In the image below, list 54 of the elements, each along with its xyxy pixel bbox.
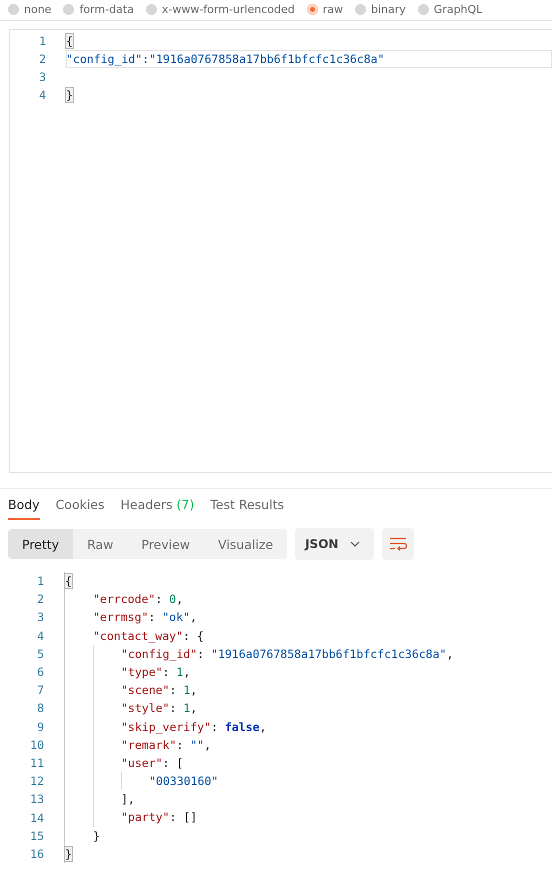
body-type-radio[interactable]: none [8, 3, 52, 16]
line-number: 1 [36, 574, 44, 588]
code-line: "errmsg": "ok", [93, 609, 197, 626]
code-line: "config_id": "1916a0767858a17bb6f1bfcfc1c36c8a", [121, 646, 454, 663]
code-line: "style": 1, [121, 700, 198, 718]
code-line: "user": [ [121, 754, 184, 772]
view-mode-button[interactable]: Visualize [204, 529, 288, 559]
line-number: 5 [36, 646, 44, 661]
code-line: "00330160" [149, 773, 218, 790]
line-number: 10 [29, 738, 44, 752]
code-line: "party": [] [121, 809, 198, 826]
response-tab[interactable]: Cookies [56, 497, 105, 520]
line-number: 6 [36, 665, 44, 680]
line-number: 2 [36, 592, 44, 606]
body-type-radio[interactable]: raw [306, 3, 343, 16]
line-number: 12 [29, 774, 44, 788]
code-line: "errcode": 0, [93, 591, 184, 608]
response-tab[interactable]: Test Results [210, 497, 284, 520]
code-line: "contact_way": { [93, 628, 204, 645]
code-line: } [93, 828, 100, 845]
line-number: 11 [29, 756, 44, 770]
line-number: 3 [38, 70, 46, 84]
code-line: "type": 1, [121, 664, 190, 681]
body-type-radio[interactable]: GraphQL [418, 3, 482, 16]
line-number: 8 [36, 701, 44, 716]
view-mode-button[interactable]: Pretty [8, 529, 74, 559]
line-number: 1 [38, 34, 46, 48]
response-tab[interactable]: Body [8, 497, 40, 520]
code-line: "config_id":"1916a0767858a17bb6f1bfcfc1c36c8a" [66, 50, 552, 68]
line-number: 14 [29, 810, 44, 825]
request-editor[interactable]: 1 { 2 "config_id":"1916a0767858a17bb6f1bfcfc1c36c8a" 3 4 } [9, 29, 552, 473]
code-line: "skip_verify": false, [121, 718, 266, 736]
line-number: 13 [29, 792, 44, 806]
body-type-radio[interactable]: form-data [63, 3, 134, 16]
line-number: 4 [38, 88, 46, 102]
wrap-lines-button[interactable] [382, 528, 414, 560]
line-number: 7 [36, 683, 44, 698]
code-line: "remark": "", [121, 736, 212, 754]
line-number: 4 [36, 628, 44, 643]
code-line: ], [121, 791, 135, 808]
line-number: 15 [29, 828, 44, 843]
wrap-lines-icon [389, 537, 408, 551]
format-dropdown[interactable]: JSON [295, 528, 374, 560]
chevron-down-icon [350, 541, 360, 547]
line-number: 16 [29, 846, 44, 861]
line-number: 9 [36, 720, 44, 734]
view-mode-button[interactable]: Preview [127, 529, 204, 559]
line-number: 2 [38, 52, 46, 66]
body-type-radio[interactable]: x-www-form-urlencoded [146, 3, 295, 16]
code-line: "scene": 1, [121, 682, 198, 700]
line-number: 3 [36, 610, 44, 624]
body-type-radio[interactable]: binary [354, 3, 406, 16]
view-mode-button[interactable]: Raw [73, 529, 128, 559]
response-tab[interactable]: Headers (7) [120, 497, 194, 520]
